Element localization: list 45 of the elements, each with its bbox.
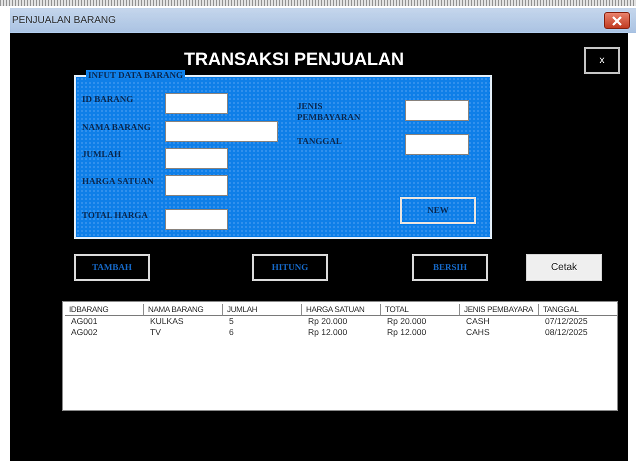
table-cell-text: Rp 20.000	[307, 316, 348, 327]
input-field[interactable]	[165, 148, 228, 169]
table-cell-text: AG001	[70, 316, 98, 327]
input-field[interactable]	[405, 134, 469, 155]
group-legend: INFUT DATA BARANG	[86, 70, 186, 81]
new-button[interactable]: NEW	[400, 197, 476, 224]
field-label: HARGA SATUAN	[82, 176, 154, 187]
field-label: JENIS PEMBAYARAN	[297, 101, 362, 123]
table-cell-text: KULKAS	[149, 316, 185, 327]
column-header[interactable]: JENIS PEMBAYARA	[460, 304, 539, 315]
field-label: ID BARANG	[82, 94, 134, 105]
field-label: JUMLAH	[82, 149, 121, 160]
table-cell-text: 08/12/2025	[544, 327, 589, 338]
column-header[interactable]: JUMLAH	[223, 304, 302, 315]
window-title: PENJUALAN BARANG	[11, 14, 116, 28]
form-heading: TRANSAKSI PENJUALAN	[182, 48, 406, 70]
table-cell-text: 5	[228, 316, 235, 327]
table-cell-text: CAHS	[465, 327, 491, 338]
close-icon[interactable]	[604, 12, 630, 29]
column-header[interactable]: HARGA SATUAN	[302, 304, 381, 315]
table-cell-text: Rp 20.000	[386, 316, 428, 327]
action-button[interactable]: BERSIH	[412, 254, 488, 281]
table-cell-text: CASH	[465, 316, 491, 327]
table-cell-text: 07/12/2025	[544, 316, 589, 327]
table-cell-text: 6	[228, 327, 235, 338]
table-cell-text: Rp 12.000	[386, 327, 428, 338]
input-field[interactable]	[165, 121, 278, 142]
input-field[interactable]	[165, 209, 228, 230]
input-field[interactable]	[165, 93, 228, 114]
column-header[interactable]: IDBARANG	[65, 304, 144, 315]
field-label: NAMA BARANG	[82, 122, 151, 133]
field-label: TOTAL HARGA	[82, 210, 148, 221]
table-cell-text: Rp 12.000	[307, 327, 348, 338]
input-field[interactable]	[165, 175, 228, 196]
column-header[interactable]: TOTAL	[381, 304, 460, 315]
column-header[interactable]: TANGGAL	[539, 304, 618, 315]
field-label: TANGGAL	[297, 136, 342, 147]
action-button[interactable]: HITUNG	[252, 254, 328, 281]
action-button[interactable]: TAMBAH	[74, 254, 150, 281]
table-cell-text: AG002	[70, 327, 98, 338]
column-header[interactable]: NAMA BARANG	[144, 304, 223, 315]
action-button[interactable]: Cetak	[526, 254, 602, 281]
table-cell-text: TV	[149, 327, 162, 338]
input-field[interactable]	[405, 100, 469, 121]
close-button[interactable]: x	[584, 47, 620, 74]
